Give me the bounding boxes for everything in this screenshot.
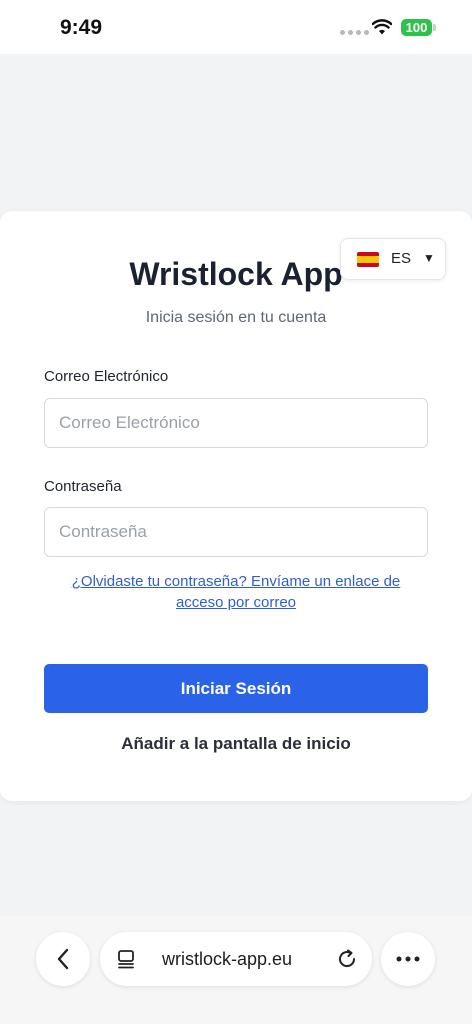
- cellular-signal-icon: [340, 30, 369, 35]
- browser-toolbar: wristlock-app.eu: [0, 916, 472, 1024]
- more-icon: [396, 956, 420, 962]
- url-text: wristlock-app.eu: [162, 949, 293, 969]
- more-button[interactable]: [381, 932, 435, 986]
- battery-tip: [433, 24, 436, 31]
- forgot-password-link[interactable]: ¿Olvidaste tu contraseña? Envíame un enl…: [60, 571, 412, 613]
- add-to-home-screen-button[interactable]: Añadir a la pantalla de inicio: [0, 734, 472, 754]
- address-bar[interactable]: wristlock-app.eu: [100, 932, 372, 986]
- login-subtitle: Inicia sesión en tu cuenta: [145, 309, 327, 326]
- email-label: Correo Electrónico: [44, 368, 169, 385]
- back-arrow-icon: [57, 948, 69, 970]
- login-card: Wristlock App ES ▼ Inicia sesión en tu c…: [0, 211, 472, 801]
- spain-flag-icon: [357, 252, 379, 267]
- wifi-icon: [372, 19, 392, 35]
- email-input[interactable]: [44, 398, 428, 448]
- password-label: Contraseña: [44, 478, 122, 495]
- language-selector[interactable]: ES ▼: [340, 238, 446, 280]
- reload-icon[interactable]: [336, 948, 358, 970]
- language-code: ES: [391, 250, 412, 267]
- caret-down-icon: ▼: [423, 251, 435, 265]
- login-button[interactable]: Iniciar Sesión: [44, 664, 428, 713]
- status-time: 9:49: [60, 16, 103, 39]
- battery-indicator: 100: [401, 19, 432, 36]
- password-input[interactable]: [44, 507, 428, 557]
- back-button[interactable]: [36, 932, 90, 986]
- tabs-icon[interactable]: [116, 949, 136, 969]
- status-bar: 9:49 100: [0, 0, 472, 54]
- screen: 9:49 100 Wristlock App ES ▼ Inicia sesió…: [0, 0, 472, 1024]
